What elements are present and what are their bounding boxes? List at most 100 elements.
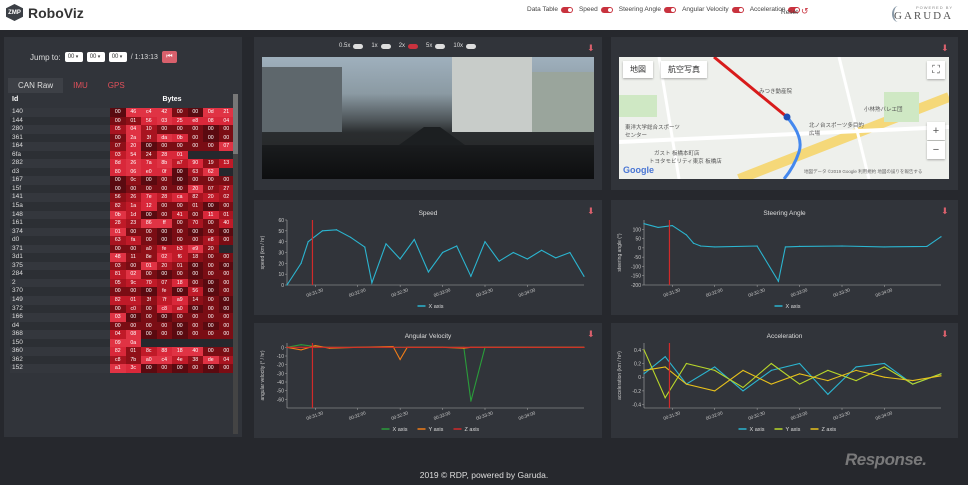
- byte-cell: [156, 338, 172, 348]
- zoom-out-button[interactable]: −: [927, 141, 945, 159]
- byte-cell: 00: [172, 202, 188, 211]
- y-tick-label: 0: [281, 345, 284, 351]
- y-axis-label: acceleration (km / hr²): [617, 351, 623, 400]
- download-icon[interactable]: ⬇: [941, 43, 949, 54]
- byte-cell: 12: [141, 202, 157, 211]
- byte-cell: 07: [218, 142, 234, 151]
- reset-button[interactable]: Reset ↺: [781, 6, 809, 17]
- byte-cell: 00: [218, 236, 234, 245]
- y-tick-label: 0.2: [634, 362, 641, 368]
- data-point: [392, 346, 394, 348]
- byte-cell: 01: [125, 347, 141, 356]
- row-bytes: 82 01 8c 88 18 40 00 00: [110, 347, 234, 356]
- map-type-map[interactable]: 地図: [623, 61, 653, 78]
- jump-button[interactable]: ⏮: [161, 51, 177, 63]
- data-point: [883, 246, 886, 248]
- data-point: [784, 246, 787, 248]
- data-point: [692, 242, 695, 244]
- byte-cell: 00: [110, 176, 126, 185]
- toggle-switch[interactable]: [664, 6, 677, 13]
- speed-option[interactable]: 10x: [453, 43, 477, 49]
- toggle-data-table[interactable]: Data Table: [527, 6, 573, 13]
- speed-option[interactable]: 2x: [399, 43, 419, 49]
- row-id: 282: [10, 159, 110, 168]
- toggle-switch[interactable]: [600, 6, 613, 13]
- x-tick-label: 00:32:00: [348, 410, 367, 421]
- byte-cell: 00: [218, 278, 234, 288]
- byte-cell: 3c: [125, 364, 141, 373]
- hour-select[interactable]: 00: [64, 52, 83, 62]
- byte-cell: 4e: [172, 355, 188, 365]
- byte-cell: 00: [187, 176, 203, 185]
- tab-can-raw[interactable]: CAN Raw: [8, 78, 64, 93]
- byte-cell: 07: [156, 278, 172, 288]
- data-point: [286, 346, 288, 348]
- x-tick-label: 00:33:00: [790, 410, 809, 421]
- fullscreen-icon[interactable]: ⛶: [927, 61, 945, 79]
- y-tick-label: -0.4: [632, 403, 641, 409]
- speed-toggle[interactable]: [380, 43, 391, 49]
- y-tick-label: 50: [635, 237, 641, 243]
- table-row: 167 00 0c 00 00 00 00 00 00: [10, 176, 238, 185]
- byte-cell: 00: [110, 108, 126, 117]
- byte-cell: 00: [156, 330, 172, 339]
- table-row: 150 09 0a: [10, 338, 238, 348]
- speed-toggle[interactable]: [435, 43, 446, 49]
- series-line-y-axis: [643, 349, 942, 399]
- toggle-switch[interactable]: [560, 6, 573, 13]
- top-bar: ZMP RoboViz Data Table Speed Steering Angl…: [0, 0, 968, 30]
- byte-cell: 56: [110, 193, 126, 203]
- row-bytes: 00 00 00 00 00 20 07 27: [110, 184, 234, 194]
- x-tick-label: 00:33:00: [790, 287, 809, 298]
- byte-cell: 00: [156, 210, 172, 220]
- toggle-steering-angle[interactable]: Steering Angle: [619, 6, 677, 13]
- speed-option[interactable]: 1x: [371, 43, 391, 49]
- tab-imu[interactable]: IMU: [63, 78, 98, 93]
- zoom-in-button[interactable]: +: [927, 122, 945, 140]
- speed-toggle[interactable]: [353, 43, 364, 49]
- table-row: 362 c8 7b a0 c4 4e 38 de 04: [10, 355, 238, 365]
- data-point: [526, 258, 529, 260]
- building-left: [262, 67, 342, 132]
- table-scrollbar[interactable]: [233, 94, 238, 434]
- download-icon[interactable]: ⬇: [587, 43, 595, 54]
- speed-toggle[interactable]: [466, 43, 477, 49]
- byte-cell: 00: [187, 321, 203, 331]
- table-row: 15a 82 1a 12 00 00 01 00 00: [10, 202, 238, 211]
- byte-cell: 63: [110, 236, 126, 245]
- x-tick-label: 00:33:30: [475, 287, 494, 298]
- tab-gps[interactable]: GPS: [98, 78, 135, 93]
- map-view[interactable]: 地図 航空写真 ⛶ + − みつき動産院 東洋大学総合スポーツセンター 北ノ台ス…: [619, 57, 949, 179]
- byte-cell: 00: [172, 364, 188, 373]
- row-id: 140: [10, 108, 110, 117]
- speed-option[interactable]: 0.5x: [339, 43, 364, 49]
- byte-cell: 02: [156, 253, 172, 262]
- angular-velocity-panel: ⬇ Angular Velocity -60 -50 -40 -30 -20 -10 0 00…: [254, 323, 602, 438]
- byte-cell: 08: [125, 330, 141, 339]
- byte-cell: 00: [187, 313, 203, 322]
- byte-cell: 70: [141, 278, 157, 288]
- map-type-satellite[interactable]: 航空写真: [661, 61, 707, 78]
- speed-toggle[interactable]: [408, 43, 419, 49]
- row-id: 372: [10, 304, 110, 314]
- toggle-speed[interactable]: Speed: [579, 6, 613, 13]
- data-point: [912, 380, 914, 382]
- toggle-angular-velocity[interactable]: Angular Velocity: [682, 6, 744, 13]
- row-bytes: 09 0a: [110, 338, 234, 348]
- data-point: [470, 400, 472, 402]
- speed-option[interactable]: 5x: [426, 43, 446, 49]
- byte-cell: c8: [110, 355, 126, 365]
- toggle-switch[interactable]: [731, 6, 744, 13]
- dashcam-video[interactable]: [262, 57, 594, 179]
- byte-cell: 00: [156, 142, 172, 151]
- scrollbar-thumb[interactable]: [233, 94, 238, 154]
- acceleration-panel: ⬇ Acceleration -0.4 -0.2 0 0.2 0.4 00:31:30 00…: [611, 323, 958, 438]
- byte-cell: 01: [172, 261, 188, 271]
- second-select[interactable]: 00: [108, 52, 127, 62]
- byte-cell: 56: [141, 116, 157, 126]
- byte-cell: 00: [187, 236, 203, 245]
- y-axis-label: angular velocity (° / hr): [260, 350, 266, 400]
- byte-cell: [218, 167, 234, 177]
- row-id: 2: [10, 278, 110, 288]
- minute-select[interactable]: 00: [86, 52, 105, 62]
